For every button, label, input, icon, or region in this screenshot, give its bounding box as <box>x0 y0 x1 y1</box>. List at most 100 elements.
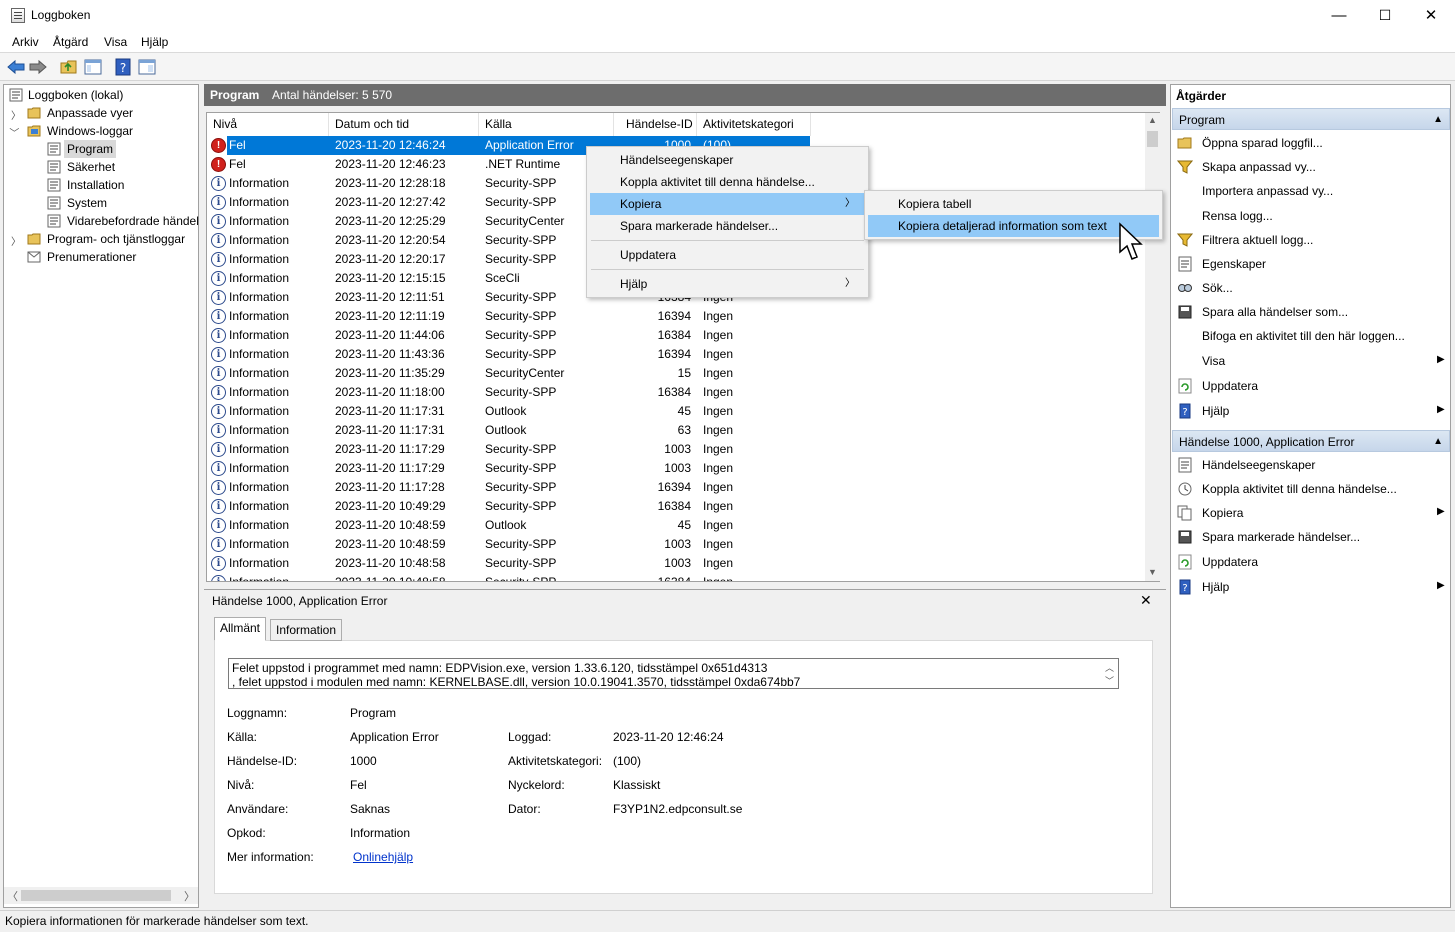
action-item[interactable]: Kopiera <box>1202 503 1243 523</box>
maximize-button[interactable]: ☐ <box>1362 0 1408 31</box>
table-row[interactable]: i Information 2023-11-20 10:49:29 Security-… <box>207 497 1147 516</box>
information-icon: i <box>211 480 226 495</box>
ctx-refresh[interactable]: Uppdatera <box>590 244 865 266</box>
tree-item-program[interactable]: Program <box>64 140 117 158</box>
scroll-left-icon[interactable]: 〈 <box>7 888 18 904</box>
action-item[interactable]: Filtrera aktuell logg... <box>1202 230 1313 250</box>
online-help-link[interactable]: Onlinehjälp <box>353 850 413 864</box>
tab-information[interactable]: Information <box>270 619 343 641</box>
menu-atgard[interactable]: Åtgärd <box>53 35 88 49</box>
action-item[interactable]: Skapa anpassad vy... <box>1202 157 1316 177</box>
collapse-triangle-icon: ▲ <box>1433 114 1443 125</box>
table-row[interactable]: i Information 2023-11-20 10:48:59 Security-… <box>207 535 1147 554</box>
tree-item-installation[interactable]: Installation <box>67 176 124 194</box>
folder-up-icon[interactable] <box>59 57 79 77</box>
tree-subscriptions[interactable]: Prenumerationer <box>47 248 136 266</box>
expand-chevron-icon[interactable]: 〉 <box>11 233 21 248</box>
tree-custom-views[interactable]: Anpassade vyer <box>47 104 133 122</box>
action-item[interactable]: Uppdatera <box>1202 552 1258 572</box>
ctx-attach-task[interactable]: Koppla aktivitet till denna händelse... <box>590 171 865 193</box>
menu-hjalp[interactable]: Hjälp <box>141 35 168 49</box>
action-item[interactable]: Spara markerade händelser... <box>1202 527 1360 547</box>
action-item[interactable]: Uppdatera <box>1202 376 1258 396</box>
table-row[interactable]: i Information 2023-11-20 11:18:00 Security-… <box>207 383 1147 402</box>
tree-item-security[interactable]: Säkerhet <box>67 158 115 176</box>
action-item[interactable]: Hjälp <box>1202 577 1229 597</box>
table-row[interactable]: i Information 2023-11-20 11:44:06 Security-… <box>207 326 1147 345</box>
details-close-icon[interactable]: ✕ <box>1140 592 1152 609</box>
table-row[interactable]: i Information 2023-11-20 11:43:36 Security-… <box>207 345 1147 364</box>
action-item[interactable]: Hjälp <box>1202 401 1229 421</box>
action-item[interactable]: Egenskaper <box>1202 254 1266 274</box>
collapse-chevron-icon[interactable]: 〉 <box>8 128 23 138</box>
close-button[interactable]: ✕ <box>1408 0 1454 31</box>
back-arrow-icon[interactable] <box>6 57 26 77</box>
scroll-thumb[interactable] <box>21 890 171 901</box>
menu-arkiv[interactable]: Arkiv <box>12 35 39 49</box>
tree-app-service-logs[interactable]: Program- och tjänstloggar <box>47 230 185 248</box>
table-row[interactable]: i Information 2023-11-20 11:35:29 SecurityC… <box>207 364 1147 383</box>
table-row[interactable]: i Information 2023-11-20 12:11:19 Security-… <box>207 307 1147 326</box>
column-source[interactable]: Källa <box>479 113 614 136</box>
expand-chevron-icon[interactable]: 〉 <box>11 107 21 122</box>
action-item[interactable]: Bifoga en aktivitet till den här loggen.… <box>1202 326 1405 346</box>
label-task: Aktivitetskategori: <box>508 754 603 768</box>
table-row[interactable]: i Information 2023-11-20 11:17:29 Security-… <box>207 459 1147 478</box>
event-description[interactable]: Felet uppstod i programmet med namn: EDP… <box>228 658 1119 689</box>
details-title: Händelse 1000, Application Error <box>212 594 388 608</box>
submenu-copy-table[interactable]: Kopiera tabell <box>868 193 1159 215</box>
table-row[interactable]: iInformation 2023-11-20 10:48:58 Security-… <box>207 573 1147 581</box>
cell-event-id: 1003 <box>664 556 691 570</box>
actions-group-event[interactable]: Händelse 1000, Application Error ▲ <box>1172 430 1450 452</box>
table-row[interactable]: i Information 2023-11-20 11:17:29 Security-… <box>207 440 1147 459</box>
action-item[interactable]: Importera anpassad vy... <box>1202 181 1333 201</box>
column-event-id[interactable]: Händelse-ID <box>614 113 697 136</box>
action-item[interactable]: Rensa logg... <box>1202 206 1273 226</box>
ctx-event-properties[interactable]: Händelseegenskaper <box>590 149 865 171</box>
minimize-button[interactable]: — <box>1316 0 1362 31</box>
menu-visa[interactable]: Visa <box>104 35 127 49</box>
scroll-down-icon[interactable]: ﹀ <box>1105 674 1114 688</box>
scroll-up-icon[interactable]: ▲ <box>1148 115 1157 125</box>
cell-source: SecurityCenter <box>485 366 565 380</box>
scroll-right-icon[interactable]: 〉 <box>184 888 195 904</box>
cell-source: Security-SPP <box>485 499 557 513</box>
console-tree-icon[interactable] <box>83 57 103 77</box>
ctx-help[interactable]: Hjälp 〉 <box>590 273 865 295</box>
scroll-up-icon[interactable]: ︿ <box>1105 661 1114 675</box>
column-date[interactable]: Datum och tid <box>329 113 479 136</box>
action-item[interactable]: Öppna sparad loggfil... <box>1202 133 1323 153</box>
column-task-category[interactable]: Aktivitetskategori <box>697 113 811 136</box>
ctx-save-selected[interactable]: Spara markerade händelser... <box>590 215 865 237</box>
tree-item-forwarded[interactable]: Vidarebefordrade händel <box>67 212 199 230</box>
forward-arrow-icon[interactable] <box>28 57 48 77</box>
tab-general[interactable]: Allmänt <box>214 617 267 641</box>
submenu-copy-details-text[interactable]: Kopiera detaljerad information som text <box>868 215 1159 237</box>
action-item[interactable]: Händelseegenskaper <box>1202 455 1315 475</box>
table-row[interactable]: i Information 2023-11-20 10:48:59 Outlook In… <box>207 516 1147 535</box>
action-item[interactable]: Spara alla händelser som... <box>1202 302 1348 322</box>
help-icon[interactable]: ? <box>113 57 133 77</box>
cell-level: Information <box>229 290 290 304</box>
ctx-copy[interactable]: Kopiera 〉 <box>590 193 865 215</box>
table-row[interactable]: iInformation 2023-11-20 10:48:58 Security-… <box>207 554 1147 573</box>
scroll-down-icon[interactable]: ▼ <box>1148 567 1157 577</box>
action-item[interactable]: Visa <box>1202 351 1225 371</box>
cell-level: Information <box>229 404 290 418</box>
action-item[interactable]: Sök... <box>1202 278 1233 298</box>
table-row[interactable]: i Information 2023-11-20 11:17:31 Outlook In… <box>207 421 1147 440</box>
information-icon: i <box>211 518 226 533</box>
actions-group-program[interactable]: Program ▲ <box>1172 108 1450 130</box>
action-item[interactable]: Koppla aktivitet till denna händelse... <box>1202 479 1397 499</box>
tree-item-system[interactable]: System <box>67 194 107 212</box>
event-list-scrollbar[interactable]: ▲ ▼ <box>1145 113 1160 581</box>
table-row[interactable]: i Information 2023-11-20 11:17:31 Outlook In… <box>207 402 1147 421</box>
tree-root[interactable]: Loggboken (lokal) <box>28 86 123 104</box>
tree-windows-logs[interactable]: Windows-loggar <box>47 122 133 140</box>
table-row[interactable]: i Information 2023-11-20 11:17:28 Security-… <box>207 478 1147 497</box>
ctx-copy-label: Kopiera <box>620 197 662 211</box>
tree-horizontal-scrollbar[interactable]: 〈 〉 <box>4 887 198 904</box>
scroll-thumb[interactable] <box>1147 131 1158 147</box>
action-pane-icon[interactable] <box>137 57 157 77</box>
column-level[interactable]: Nivå <box>207 113 329 136</box>
